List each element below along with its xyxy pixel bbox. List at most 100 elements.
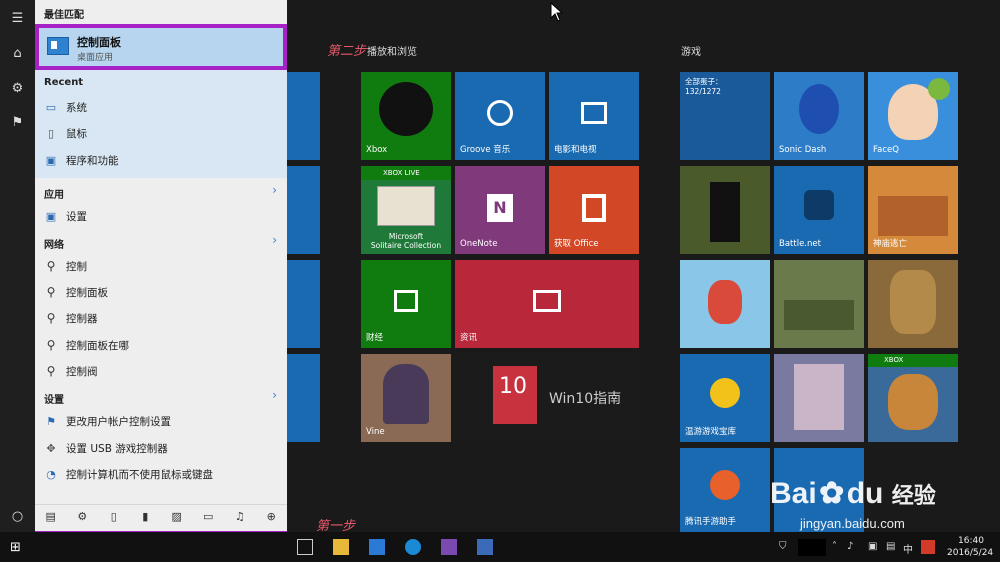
hidden-tile[interactable] <box>287 72 320 160</box>
clock-date[interactable]: 2016/5/24 <box>947 548 993 558</box>
file-explorer-icon[interactable] <box>333 539 349 555</box>
photo-filter-icon[interactable]: ▨ <box>170 510 184 523</box>
feedback-icon[interactable]: ⚑ <box>0 108 35 136</box>
web-item[interactable]: ⚲ 控制面板 <box>35 280 287 304</box>
chevron-right-icon[interactable]: › <box>272 233 277 247</box>
tile-news[interactable]: 资讯 <box>455 260 639 348</box>
watermark-cn: 经验 <box>891 483 936 508</box>
tile-solitaire[interactable]: XBOX LIVE Microsoft Solitaire Collection <box>361 166 451 254</box>
tile-win10-guide[interactable]: 10 Win10指南 <box>455 354 639 442</box>
settings-item-label: 设置 USB 游戏控制器 <box>66 442 168 455</box>
ime-indicator[interactable]: 中 <box>903 541 913 556</box>
video-filter-icon[interactable]: ▭ <box>201 510 215 523</box>
film-icon <box>581 102 607 124</box>
recent-item-label: 程序和功能 <box>66 154 119 167</box>
tile-xbox[interactable]: Xbox <box>361 72 451 160</box>
web-item[interactable]: ⚲ 控制器 <box>35 306 287 330</box>
chevron-up-icon[interactable]: ˄ <box>832 541 837 552</box>
hidden-tile[interactable] <box>287 260 320 348</box>
hidden-tile[interactable] <box>287 354 320 442</box>
tile-tank-game[interactable] <box>774 260 864 348</box>
windows-start-icon[interactable]: ⊞ <box>10 540 21 555</box>
web-filter-icon[interactable]: ⊕ <box>264 510 278 523</box>
tile-anime-game[interactable] <box>774 354 864 442</box>
tile-shadow-fight[interactable] <box>680 166 770 254</box>
tile-tencent[interactable]: 腾讯手游助手 <box>680 448 770 532</box>
web-item[interactable]: ⚲ 控制面板在哪 <box>35 333 287 357</box>
best-match-control-panel[interactable]: 控制面板 桌面应用 <box>35 24 287 70</box>
xbox-live-banner: XBOX LIVE <box>361 166 451 180</box>
chevron-right-icon[interactable]: › <box>272 183 277 197</box>
tile-subway[interactable]: 神庙逃亡 <box>868 166 958 254</box>
tile-soldier-game[interactable] <box>868 260 958 348</box>
app-item-label: 设置 <box>66 210 87 223</box>
tile-movies[interactable]: 电影和电视 <box>549 72 639 160</box>
settings-item[interactable]: ◔ 控制计算机而不使用鼠标或键盘 <box>35 462 287 486</box>
mouse-icon: ▯ <box>47 126 55 140</box>
tile-ski-game[interactable] <box>680 260 770 348</box>
recent-item-mouse[interactable]: ▯ 鼠标 <box>35 121 287 145</box>
paw-icon: ✿ <box>819 477 845 510</box>
tile-onenote[interactable]: N OneNote <box>455 166 545 254</box>
chevron-right-icon[interactable]: › <box>272 388 277 402</box>
xbox-badge: XBOX <box>868 354 958 367</box>
settings-gear-icon[interactable]: ⚙ <box>0 74 35 102</box>
tile-xbox-game[interactable]: XBOX <box>868 354 958 442</box>
search-filter-bar: ▤ ⚙ ▯ ▮ ▨ ▭ ♫ ⊕ <box>35 504 287 528</box>
tile-label: Sonic Dash <box>779 145 827 155</box>
control-panel-taskbar-icon[interactable] <box>477 539 493 555</box>
best-match-title: 控制面板 <box>77 36 121 49</box>
recent-header: Recent <box>44 77 84 88</box>
settings-item[interactable]: ⚑ 更改用户帐户控制设置 <box>35 409 287 433</box>
clock-time[interactable]: 16:40 <box>958 536 984 546</box>
battlenet-icon <box>804 190 834 220</box>
hamburger-menu-icon[interactable]: ☰ <box>0 4 35 32</box>
tile-groove[interactable]: Groove 音乐 <box>455 72 545 160</box>
group-title-play: 播放和浏览 <box>367 47 417 58</box>
app-item-settings[interactable]: ▣ 设置 <box>35 204 287 228</box>
web-item[interactable]: ⚲ 控制阀 <box>35 359 287 383</box>
recent-item-programs[interactable]: ▣ 程序和功能 <box>35 148 287 172</box>
recent-item-system[interactable]: ▭ 系统 <box>35 95 287 119</box>
tablet-filter-icon[interactable]: ▮ <box>138 510 152 523</box>
settings-item[interactable]: ✥ 设置 USB 游戏控制器 <box>35 436 287 460</box>
tile-label: 腾讯手游助手 <box>685 517 737 527</box>
tile-get-office[interactable]: 获取 Office <box>549 166 639 254</box>
volume-icon[interactable]: ♪ <box>847 541 853 552</box>
web-item-label: 控制 <box>66 260 87 273</box>
settings-filter-icon[interactable]: ⚙ <box>75 510 89 523</box>
programs-icon: ▣ <box>45 153 57 167</box>
ime-app-icon[interactable] <box>921 540 935 554</box>
document-filter-icon[interactable]: ▯ <box>107 510 121 523</box>
mt-logo-icon <box>928 78 950 100</box>
tile-label: OneNote <box>460 239 498 249</box>
hidden-tile[interactable] <box>287 166 320 254</box>
tile-battlenet[interactable]: Battle.net <box>774 166 864 254</box>
action-center-icon[interactable]: ▤ <box>886 541 895 552</box>
task-view-icon[interactable] <box>297 539 313 555</box>
cortana-icon[interactable]: ○ <box>0 502 35 530</box>
app-filter-icon[interactable]: ▤ <box>44 510 58 523</box>
tile-finance[interactable]: 财经 <box>361 260 451 348</box>
watermark-brand2: du <box>846 477 884 510</box>
tile-sonic[interactable]: Sonic Dash <box>774 72 864 160</box>
tile-game-cn[interactable]: 温游游戏宝库 <box>680 354 770 442</box>
search-icon: ⚲ <box>46 259 56 273</box>
tile-games-stats[interactable]: 全部蛋子： 132/1272 <box>680 72 770 160</box>
tile-faceq[interactable]: FaceQ <box>868 72 958 160</box>
web-item-label: 控制阀 <box>66 365 98 378</box>
browser-icon[interactable] <box>405 539 421 555</box>
network-icon[interactable]: ▣ <box>868 541 877 552</box>
groove-music-icon <box>487 100 513 126</box>
search-results-panel: 最佳匹配 控制面板 桌面应用 Recent ▭ 系统 ▯ 鼠标 ▣ 程序和功能 … <box>35 0 287 532</box>
photo-editor-icon[interactable] <box>441 539 457 555</box>
search-icon: ⚲ <box>46 364 56 378</box>
shield-icon[interactable]: ⛉ <box>779 541 787 552</box>
watermark-url: jingyan.baidu.com <box>800 516 905 531</box>
store-icon[interactable] <box>369 539 385 555</box>
music-filter-icon[interactable]: ♫ <box>233 510 247 523</box>
home-icon[interactable]: ⌂ <box>0 39 35 67</box>
web-item[interactable]: ⚲ 控制 <box>35 254 287 278</box>
tile-label: Battle.net <box>779 239 821 249</box>
tile-vine[interactable]: Vine <box>361 354 451 442</box>
